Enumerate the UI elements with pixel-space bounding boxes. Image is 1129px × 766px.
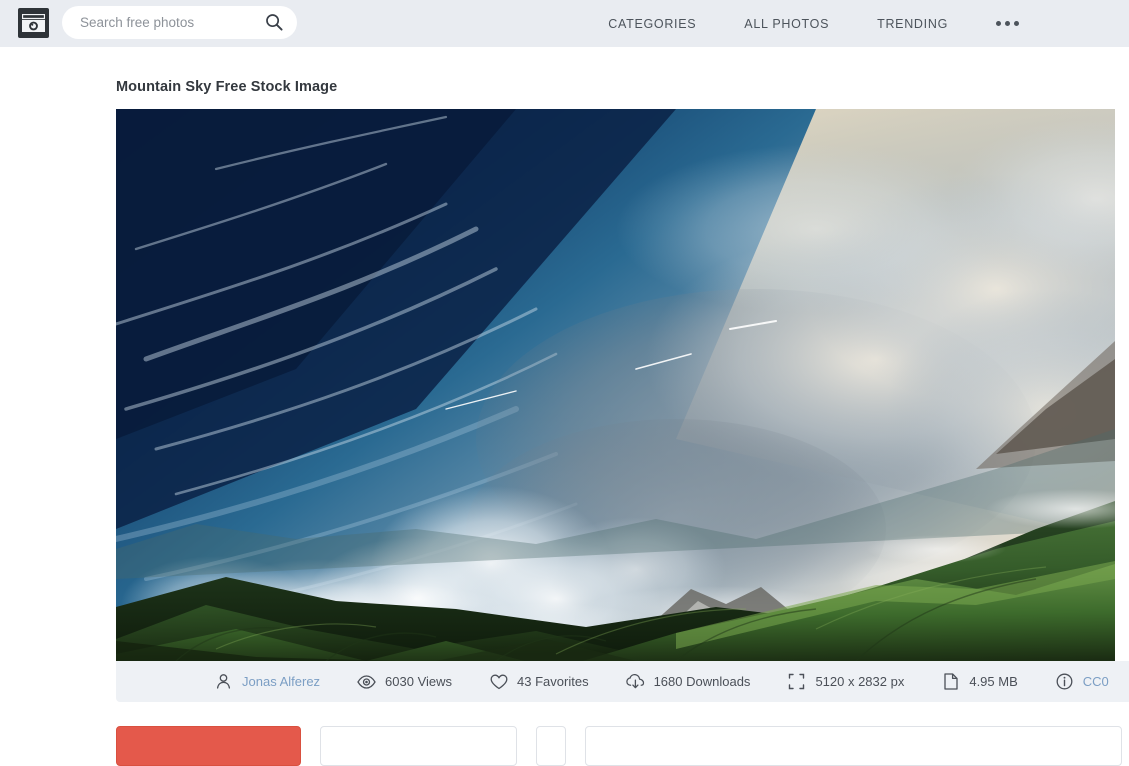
- search-input[interactable]: [80, 7, 280, 38]
- download-button[interactable]: [116, 726, 301, 766]
- meta-downloads: 1680 Downloads: [625, 672, 751, 691]
- main-nav: CATEGORIES ALL PHOTOS TRENDING: [608, 0, 1129, 47]
- eye-icon: [357, 672, 376, 691]
- more-options-icon[interactable]: [996, 21, 1019, 26]
- meta-license[interactable]: CC0: [1055, 672, 1109, 691]
- meta-favorites: 43 Favorites: [489, 672, 589, 691]
- camera-icon[interactable]: [18, 8, 49, 38]
- site-header: CATEGORIES ALL PHOTOS TRENDING: [0, 0, 1129, 47]
- file-icon: [941, 672, 960, 691]
- meta-downloads-label: 1680 Downloads: [653, 674, 751, 689]
- dimensions-icon: [787, 672, 806, 691]
- info-icon: [1055, 672, 1074, 691]
- nav-item-all-photos[interactable]: ALL PHOTOS: [744, 17, 829, 31]
- meta-dimensions-label: 5120 x 2832 px: [815, 674, 905, 689]
- download-icon: [625, 672, 645, 691]
- nav-item-trending[interactable]: TRENDING: [877, 17, 948, 31]
- search-icon[interactable]: [265, 13, 283, 31]
- meta-favorites-label: 43 Favorites: [517, 674, 589, 689]
- icon-button[interactable]: [536, 726, 566, 766]
- meta-filesize: 4.95 MB: [941, 672, 1018, 691]
- wide-button[interactable]: [585, 726, 1122, 766]
- meta-views: 6030 Views: [357, 672, 452, 691]
- meta-dimensions: 5120 x 2832 px: [787, 672, 904, 691]
- heart-icon: [489, 672, 508, 691]
- meta-views-label: 6030 Views: [385, 674, 453, 689]
- action-button-row: [116, 726, 1129, 766]
- meta-author-label[interactable]: Jonas Alferez: [242, 674, 320, 689]
- page-title: Mountain Sky Free Stock Image: [116, 79, 338, 95]
- photo-meta-bar: Jonas Alferez 6030 Views 43 Favorites 16…: [116, 661, 1129, 702]
- meta-author[interactable]: Jonas Alferez: [214, 672, 320, 691]
- meta-license-label[interactable]: CC0: [1083, 674, 1109, 689]
- nav-item-categories[interactable]: CATEGORIES: [608, 17, 696, 31]
- user-icon: [214, 672, 233, 691]
- secondary-button[interactable]: [320, 726, 517, 766]
- meta-filesize-label: 4.95 MB: [969, 674, 1018, 689]
- photo-preview[interactable]: [116, 109, 1115, 661]
- search-box[interactable]: [62, 6, 297, 39]
